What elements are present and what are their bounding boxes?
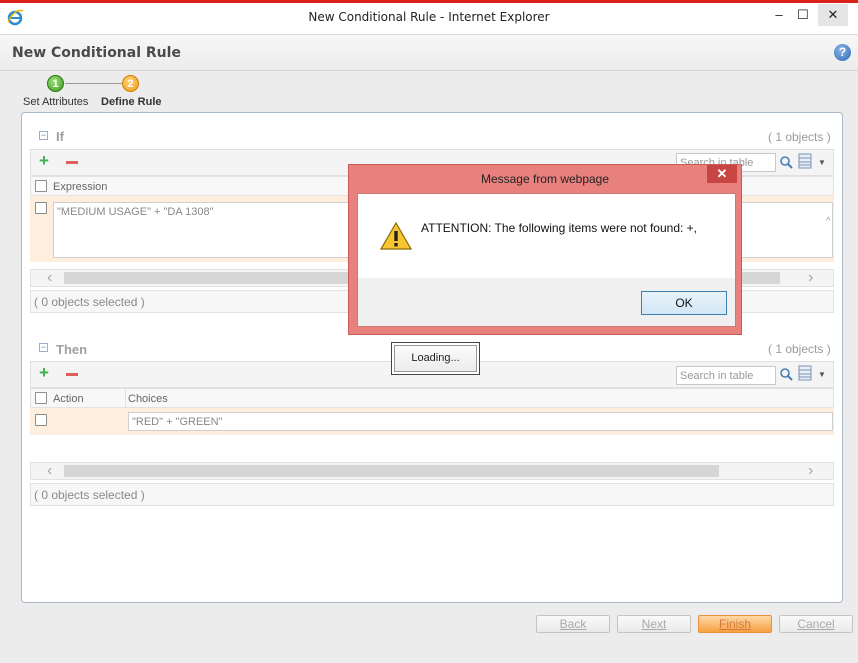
then-section-title: Then xyxy=(56,342,88,357)
if-selection-status: ( 0 objects selected ) xyxy=(34,295,145,309)
chevron-down-icon[interactable]: ▼ xyxy=(818,370,826,379)
then-search-input[interactable]: Search in table xyxy=(676,366,776,385)
remove-icon[interactable] xyxy=(66,373,78,376)
dialog-title: Message from webpage xyxy=(480,172,610,186)
add-icon[interactable]: + xyxy=(39,364,49,381)
row-checkbox[interactable] xyxy=(35,202,47,214)
help-icon[interactable]: ? xyxy=(834,44,851,61)
then-select-all-checkbox[interactable] xyxy=(35,392,47,404)
ok-button[interactable]: OK xyxy=(641,291,727,315)
wizard-step-1-label[interactable]: Set Attributes xyxy=(23,96,88,108)
column-header-expression: Expression xyxy=(53,181,108,193)
if-object-count: ( 1 objects ) xyxy=(768,130,831,144)
chevron-up-icon[interactable]: ^ xyxy=(826,215,831,229)
wizard-step-2-icon[interactable]: 2 xyxy=(122,75,139,92)
next-button[interactable]: Next xyxy=(617,615,691,633)
dialog-close-button[interactable]: ✕ xyxy=(707,165,737,183)
search-icon[interactable] xyxy=(778,154,794,170)
window-close-button[interactable]: ✕ xyxy=(818,4,848,26)
scroll-right-icon[interactable]: › xyxy=(808,463,813,479)
back-button[interactable]: Back xyxy=(536,615,610,633)
maximize-button[interactable]: ☐ xyxy=(788,4,818,26)
wizard-step-2-label[interactable]: Define Rule xyxy=(101,96,162,108)
wizard-step-1-icon[interactable]: 1 xyxy=(47,75,64,92)
finish-button[interactable]: Finish xyxy=(698,615,772,633)
chevron-down-icon[interactable]: ▼ xyxy=(818,158,826,167)
warning-icon xyxy=(380,222,412,250)
loading-indicator: Loading... xyxy=(394,345,477,372)
columns-icon[interactable] xyxy=(798,153,812,169)
columns-icon[interactable] xyxy=(798,365,812,381)
column-header-choices: Choices xyxy=(128,393,168,405)
dialog-message-area xyxy=(358,194,735,278)
page-title: New Conditional Rule xyxy=(12,45,181,61)
choices-field[interactable]: "RED" + "GREEN" xyxy=(128,412,833,431)
scroll-right-icon[interactable]: › xyxy=(808,270,813,286)
column-divider xyxy=(125,389,126,407)
then-collapse-icon[interactable]: − xyxy=(39,343,48,352)
wizard-connector xyxy=(65,83,122,84)
scroll-left-icon[interactable]: ‹ xyxy=(47,270,52,286)
then-status-bar xyxy=(30,483,834,506)
search-icon[interactable] xyxy=(778,366,794,382)
scroll-left-icon[interactable]: ‹ xyxy=(47,463,52,479)
if-collapse-icon[interactable]: − xyxy=(39,131,48,140)
if-select-all-checkbox[interactable] xyxy=(35,180,47,192)
then-object-count: ( 1 objects ) xyxy=(768,342,831,356)
window-title: New Conditional Rule - Internet Explorer xyxy=(308,10,550,24)
action-cell[interactable] xyxy=(53,412,123,432)
if-section-title: If xyxy=(56,129,64,144)
row-checkbox[interactable] xyxy=(35,414,47,426)
dialog-message: ATTENTION: The following items were not … xyxy=(421,221,697,235)
remove-icon[interactable] xyxy=(66,161,78,164)
cancel-button[interactable]: Cancel xyxy=(779,615,853,633)
add-icon[interactable]: + xyxy=(39,152,49,169)
then-scroll-thumb[interactable] xyxy=(64,465,719,477)
then-selection-status: ( 0 objects selected ) xyxy=(34,488,145,502)
column-header-action: Action xyxy=(53,393,84,405)
